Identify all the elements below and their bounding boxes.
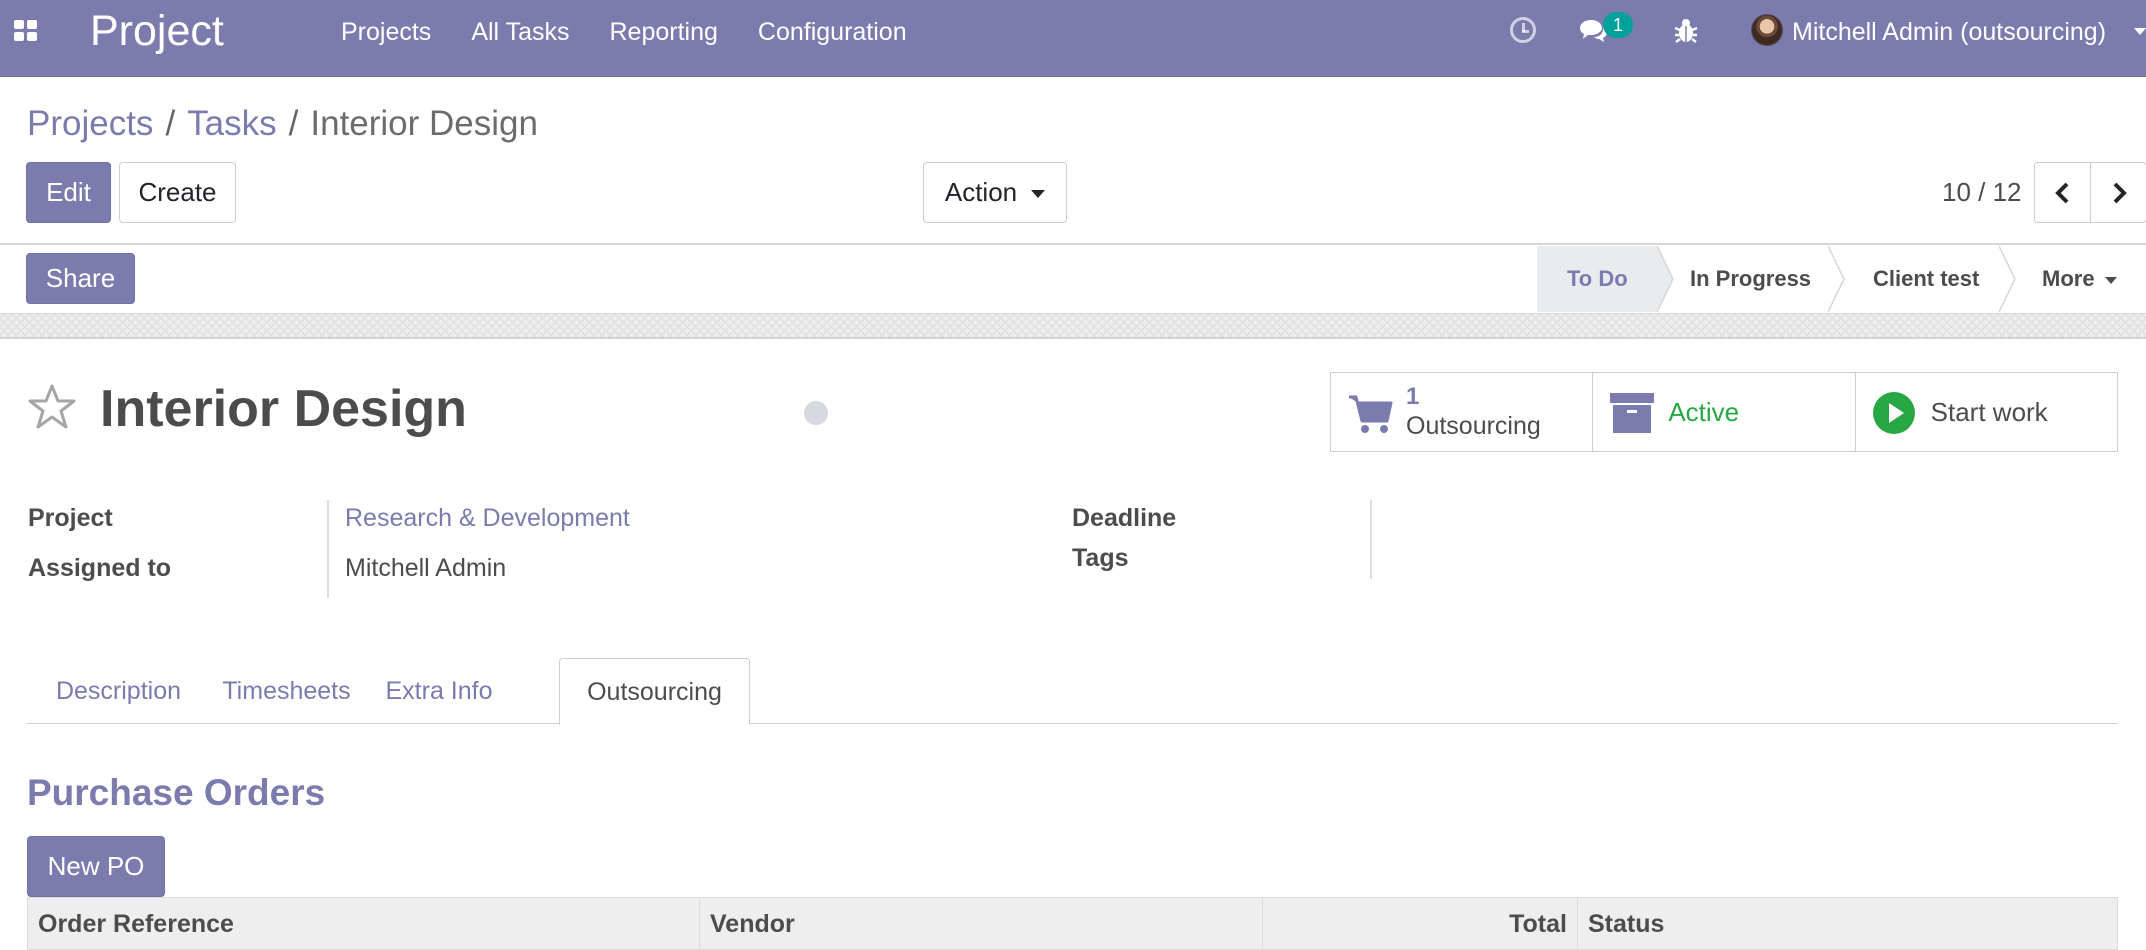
app-brand[interactable]: Project [90,6,224,56]
pager-previous-button[interactable] [2034,162,2091,223]
smart-button-box: 1 Outsourcing Active Start work [1330,372,2118,452]
field-separator [327,500,329,598]
project-value-link[interactable]: Research & Development [345,503,630,533]
menu-item-reporting[interactable]: Reporting [610,17,718,47]
stage-more-label: More [2042,266,2095,291]
breadcrumb-separator: / [165,104,176,143]
bug-icon[interactable] [1671,15,1701,45]
clock-icon[interactable] [1510,17,1536,43]
deadline-label: Deadline [1072,504,1177,532]
user-avatar[interactable] [1751,14,1783,46]
apps-menu-icon[interactable] [14,20,38,42]
field-separator [1370,500,1372,579]
project-label: Project [28,504,113,532]
top-navbar: Project Projects All Tasks Reporting Con… [0,0,2146,77]
task-title: Interior Design [100,380,467,438]
stage-arrow [1828,246,1845,312]
caret-down-icon [1031,190,1046,199]
start-work-label: Start work [1930,397,2048,427]
caret-down-icon [2104,276,2117,284]
pager-next-button[interactable] [2090,162,2146,223]
action-label: Action [944,177,1018,207]
breadcrumb-separator: / [288,104,299,143]
chevron-left-icon [2055,182,2069,204]
control-panel-divider [0,243,2146,245]
menu-item-configuration[interactable]: Configuration [758,17,907,47]
active-toggle-button[interactable]: Active [1593,373,1856,451]
create-button[interactable]: Create [119,162,236,223]
sheet-background [0,313,2146,339]
user-menu[interactable]: Mitchell Admin (outsourcing) [1792,17,2106,47]
notebook-tabs: Description Timesheets Extra Info Outsou… [27,658,2118,725]
purchase-orders-table-header: Order Reference Vendor Total Status [27,897,2118,950]
share-button[interactable]: Share [26,253,135,304]
stage-statusbar: To Do In Progress Client test More [1537,246,2146,312]
tab-description[interactable]: Description [27,658,210,724]
column-order-reference[interactable]: Order Reference [28,898,700,950]
tab-extra-info[interactable]: Extra Info [363,658,515,724]
chat-count-badge: 1 [1603,12,1633,38]
breadcrumb-projects[interactable]: Projects [27,104,153,143]
column-total[interactable]: Total [1263,898,1578,950]
stage-to-do[interactable]: To Do [1537,246,1657,312]
stage-arrow [1657,246,1674,312]
stage-client-test[interactable]: Client test [1873,246,1993,312]
breadcrumb-tasks[interactable]: Tasks [187,104,276,143]
tab-timesheets[interactable]: Timesheets [210,658,363,724]
breadcrumb-current: Interior Design [310,104,538,143]
assigned-to-label: Assigned to [28,554,172,582]
chevron-right-icon [2113,182,2127,204]
new-po-button[interactable]: New PO [27,836,165,897]
tags-label: Tags [1072,544,1129,572]
stage-in-progress[interactable]: In Progress [1690,246,1840,312]
breadcrumb: Projects / Tasks / Interior Design [27,101,538,147]
menu-item-all-tasks[interactable]: All Tasks [471,17,569,47]
pager-value[interactable]: 10 / 12 [1942,176,2022,208]
purchase-orders-title: Purchase Orders [27,772,326,813]
column-status[interactable]: Status [1578,898,2118,950]
active-label: Active [1668,397,1740,427]
outsourcing-count: 1 [1406,383,1420,410]
action-dropdown[interactable]: Action [923,162,1067,223]
play-icon [1872,392,1915,434]
archive-icon [1610,393,1655,433]
start-work-button[interactable]: Start work [1856,373,2117,451]
tab-outsourcing[interactable]: Outsourcing [559,658,750,725]
favorite-star-icon[interactable] [26,382,78,434]
kanban-state-indicator[interactable] [804,401,828,425]
menu-item-projects[interactable]: Projects [341,17,431,47]
main-menu: Projects All Tasks Reporting Configurati… [341,17,907,47]
chevron-down-icon [2134,28,2146,35]
edit-button[interactable]: Edit [26,162,111,223]
outsourcing-smart-button[interactable]: 1 Outsourcing [1331,373,1594,451]
assigned-to-value[interactable]: Mitchell Admin [345,553,506,583]
outsourcing-label: Outsourcing [1406,412,1541,440]
column-vendor[interactable]: Vendor [700,898,1263,950]
stage-arrow [1999,246,2016,312]
shopping-cart-icon [1349,395,1393,433]
stage-more-dropdown[interactable]: More [2042,246,2142,312]
